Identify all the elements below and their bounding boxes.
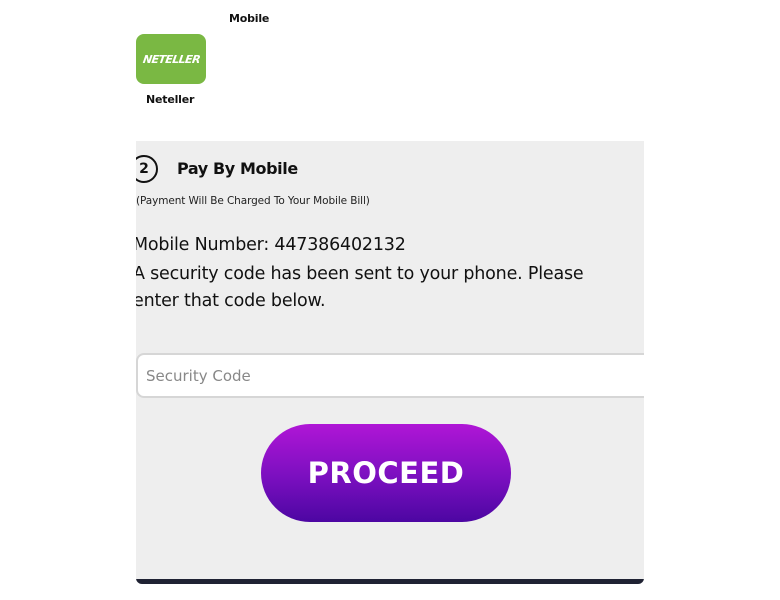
step-note: (Payment Will Be Charged To Your Mobile …: [136, 195, 370, 207]
neteller-method-label: Neteller: [146, 93, 195, 106]
step-title: Pay By Mobile: [177, 159, 298, 178]
neteller-logo: NETELLER: [141, 52, 201, 66]
step-number-badge: 2: [136, 155, 158, 183]
payment-page: Mobile NETELLER Neteller 2 Pay By Mobile…: [0, 0, 780, 600]
security-code-input[interactable]: [136, 353, 644, 398]
security-code-message: A security code has been sent to your ph…: [136, 264, 584, 311]
proceed-button[interactable]: PROCEED: [261, 424, 511, 522]
mobile-number-text: Mobile Number: 447386402132: [136, 235, 406, 255]
pay-by-mobile-panel: 2 Pay By Mobile (Payment Will Be Charged…: [136, 141, 644, 584]
neteller-method-tile[interactable]: NETELLER: [136, 34, 206, 84]
panel-bottom-bar: [136, 579, 644, 584]
mobile-method-label: Mobile: [229, 12, 270, 25]
